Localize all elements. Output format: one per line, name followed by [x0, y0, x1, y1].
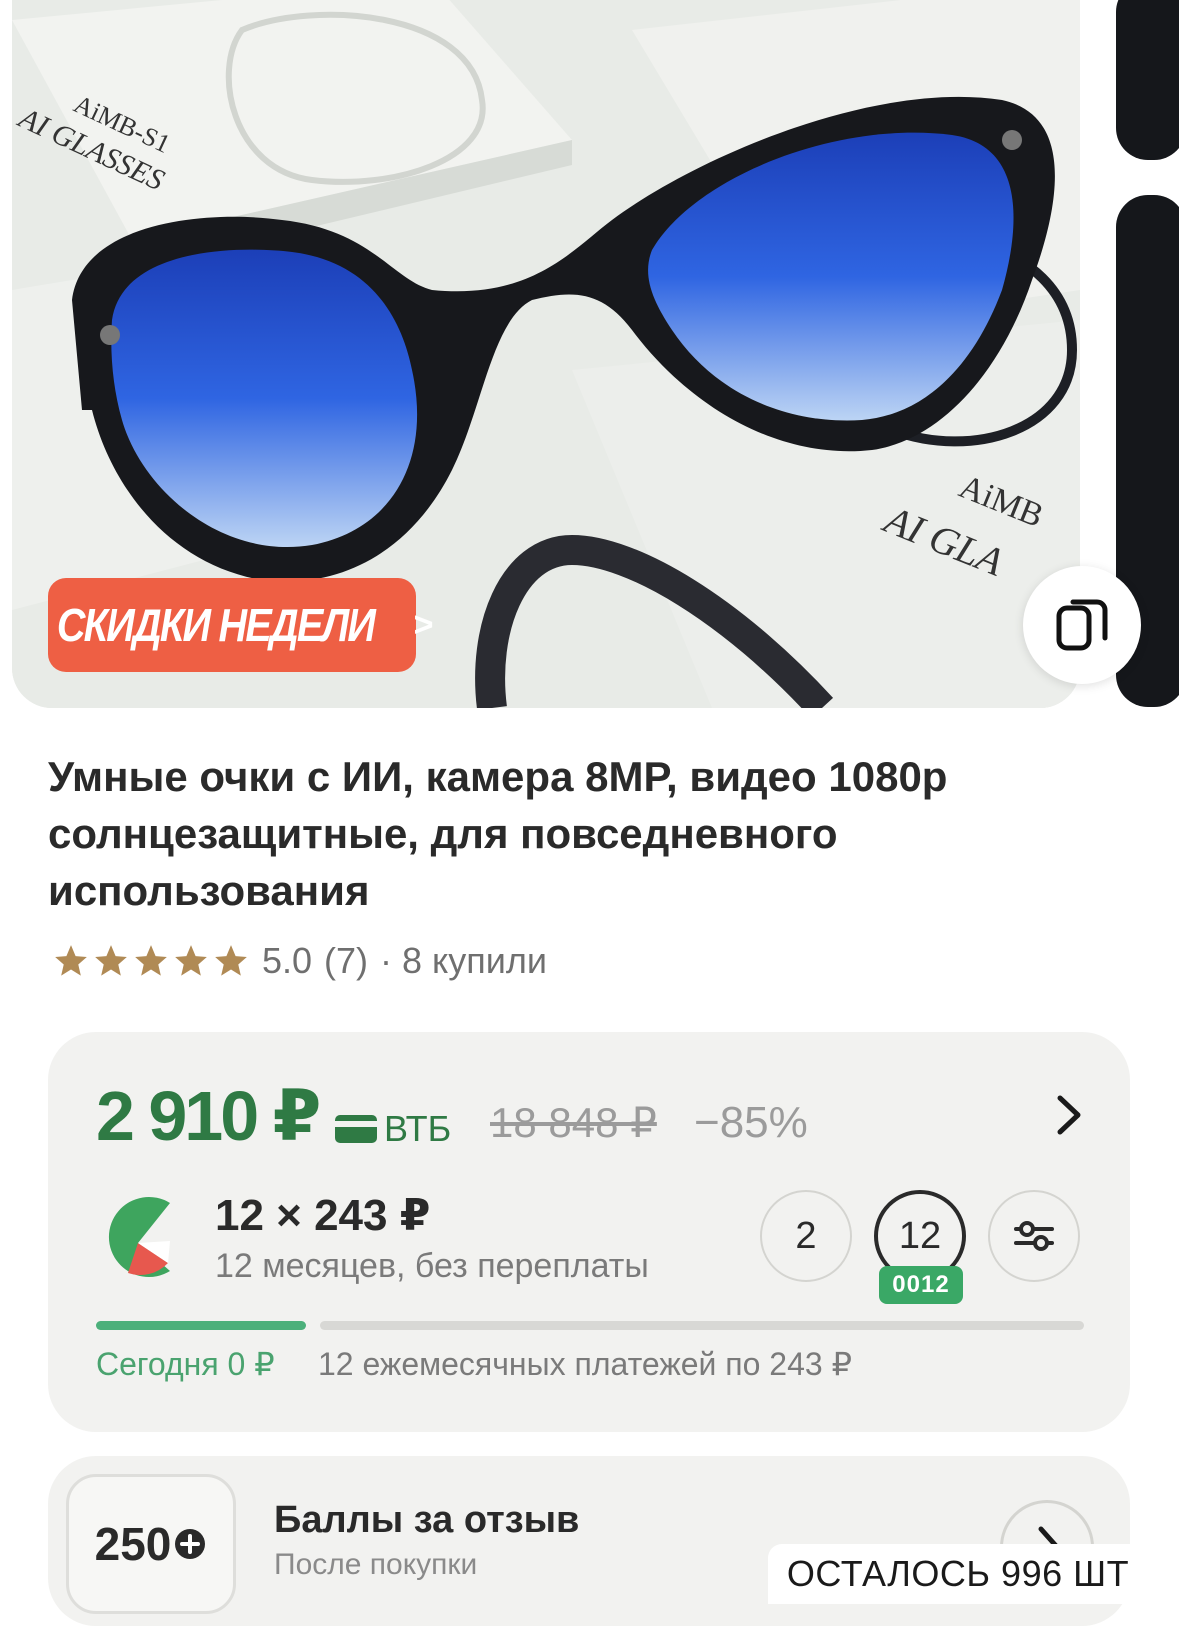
compare-icon [1056, 599, 1108, 651]
term-badge: 0012 [879, 1266, 963, 1304]
progress-remaining [320, 1321, 1084, 1330]
installment-amount: 12 × 243 ₽ [215, 1191, 431, 1240]
product-title: Умные очки с ИИ, камера 8MP, видео 1080p… [48, 753, 948, 914]
chevron-right-icon: > [413, 605, 434, 644]
stock-remaining: ОСТАЛОСЬ 996 ШТ [768, 1544, 1148, 1604]
today-payment: Сегодня 0 ₽ [96, 1346, 275, 1382]
star-icon [135, 945, 167, 976]
rating-stars [52, 942, 250, 980]
old-price: 18 848 ₽ [490, 1099, 657, 1146]
rating-row[interactable]: 5.0 (7) · 8 купили [52, 940, 547, 982]
bonus-title: Баллы за отзыв [274, 1499, 580, 1541]
promo-label: СКИДКИ НЕДЕЛИ [56, 599, 375, 651]
weekly-discounts-badge[interactable]: СКИДКИ НЕДЕЛИ > [48, 578, 433, 672]
card-icon [335, 1115, 377, 1143]
star-icon [55, 945, 87, 976]
term-option-2[interactable]: 2 [760, 1190, 852, 1282]
progress-today [96, 1321, 306, 1330]
installment-subtitle: 12 месяцев, без переплаты [215, 1247, 649, 1285]
monthly-payments: 12 ежемесячных платежей по 243 ₽ [318, 1346, 852, 1382]
gallery-thumb-next-top[interactable] [1116, 0, 1179, 160]
bank-name: ВТБ [384, 1108, 452, 1149]
discount-percent: −85% [694, 1098, 808, 1147]
plus-coin-icon [175, 1529, 206, 1559]
split-logo-icon [108, 1197, 170, 1277]
reviews-count: (7) [324, 940, 369, 981]
current-price: 2 910 ₽ [96, 1077, 321, 1155]
bonus-points-box: 250 [66, 1474, 236, 1614]
bought-count: · 8 купили [380, 940, 547, 981]
bank-price-label: ВТБ [334, 1108, 451, 1150]
bonus-points: 250 [94, 1518, 172, 1570]
star-icon [95, 945, 127, 976]
star-icon [215, 945, 247, 976]
compare-button[interactable] [1023, 566, 1141, 684]
rating-value: 5.0 [262, 940, 313, 981]
star-icon [175, 945, 207, 976]
sliders-icon [1014, 1221, 1054, 1251]
bonus-subtitle: После покупки [274, 1548, 478, 1581]
chevron-right-icon[interactable] [1050, 1090, 1090, 1140]
filter-settings-button[interactable] [988, 1190, 1080, 1282]
